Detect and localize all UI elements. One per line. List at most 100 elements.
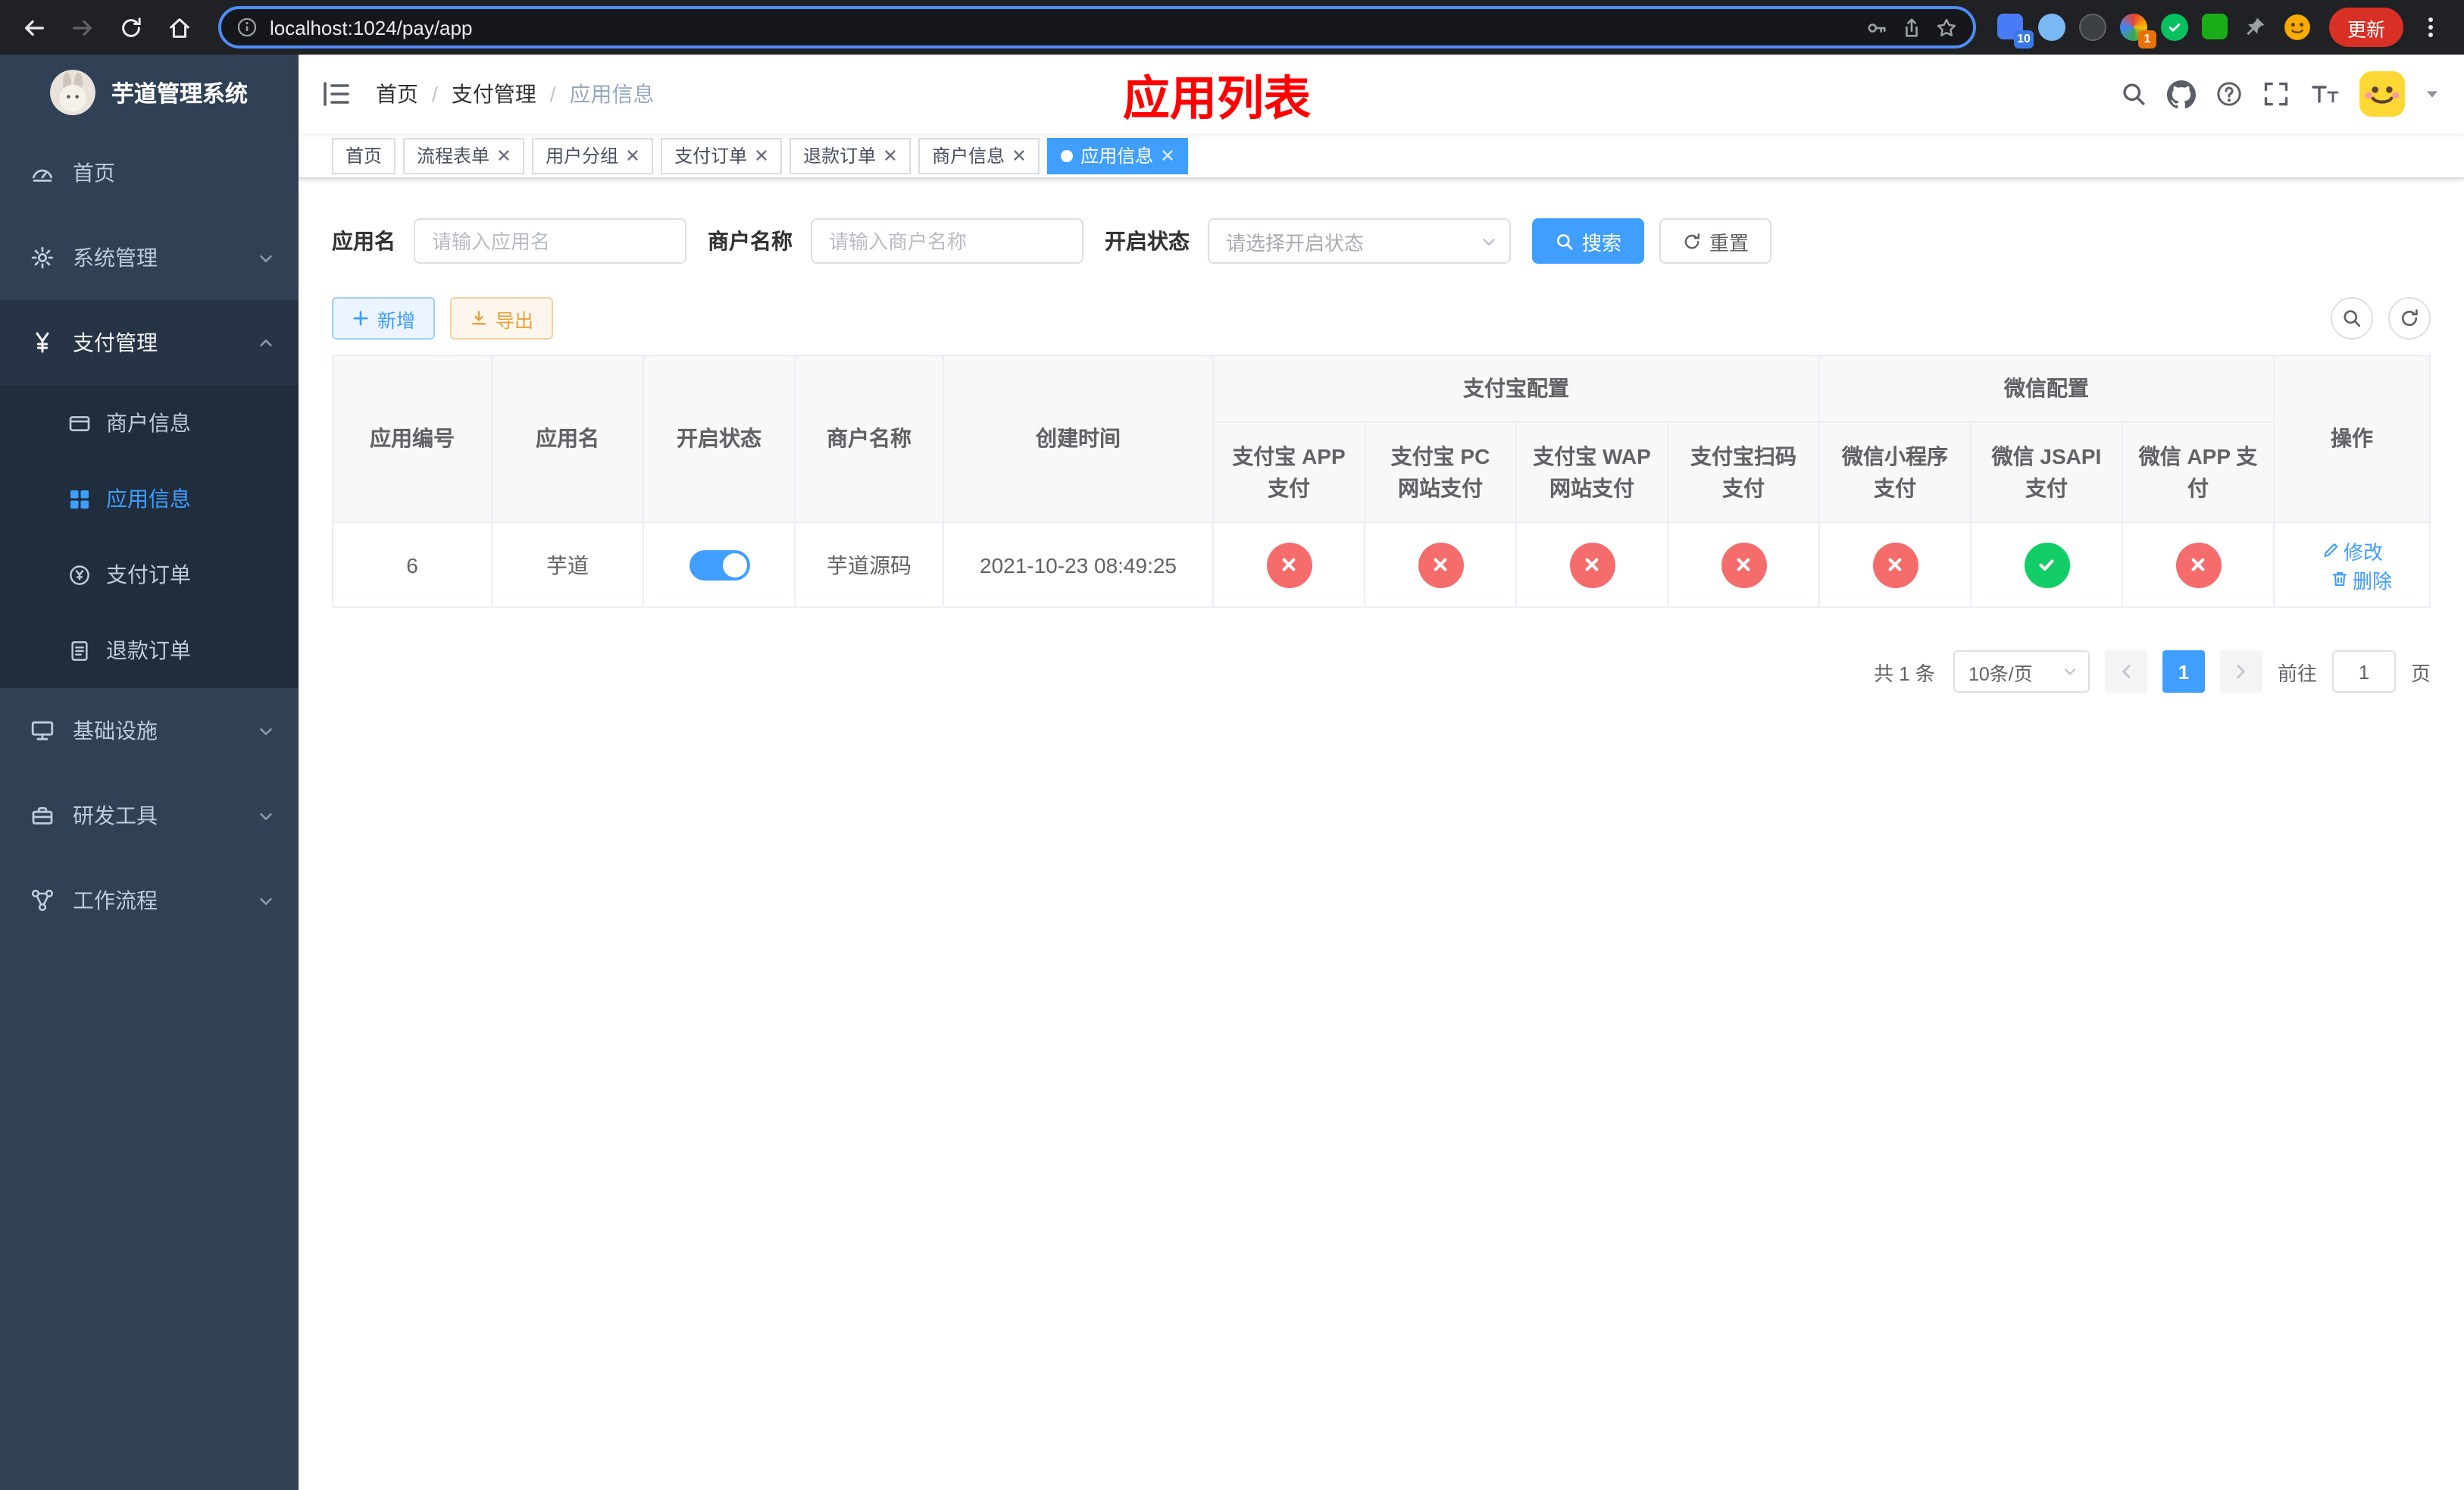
chevron-down-icon <box>258 722 274 739</box>
sidebar-item-workflow[interactable]: 工作流程 <box>0 858 299 943</box>
sidebar-item-infrastructure[interactable]: 基础设施 <box>0 688 299 773</box>
chevron-down-icon <box>2062 664 2078 679</box>
app-name-label: 应用名 <box>332 229 396 253</box>
font-size-icon[interactable] <box>2309 82 2340 106</box>
toggle-search-button[interactable] <box>2331 297 2373 340</box>
status-cross-icon <box>1872 542 1918 587</box>
extension-dark-icon[interactable] <box>2078 14 2106 41</box>
col-header-app-name: 应用名 <box>491 355 644 523</box>
prev-page-button[interactable] <box>2104 650 2147 693</box>
sidebar-item-label: 工作流程 <box>73 888 158 912</box>
browser-menu-icon[interactable] <box>2409 6 2452 49</box>
page-size-value: 10条/页 <box>1968 663 2033 684</box>
extension-colorful-icon[interactable]: 1 <box>2119 14 2156 49</box>
user-menu-caret-icon[interactable] <box>2425 86 2440 102</box>
browser-forward-button[interactable] <box>61 6 103 49</box>
user-avatar[interactable] <box>2359 71 2405 117</box>
app-title: 芋道管理系统 <box>111 81 248 107</box>
sidebar-item-system[interactable]: 系统管理 <box>0 215 299 300</box>
coin-icon <box>67 562 91 587</box>
sidebar-item-label: 系统管理 <box>73 246 158 270</box>
add-button[interactable]: 新增 <box>332 297 436 340</box>
tag-process-form[interactable]: 流程表单 <box>403 137 525 174</box>
close-icon[interactable] <box>883 149 897 162</box>
merchant-name-input[interactable] <box>811 218 1083 264</box>
tag-home[interactable]: 首页 <box>332 137 396 174</box>
col-header-alipay-wap: 支付宝 WAP 网站支付 <box>1515 421 1668 523</box>
browser-update-button[interactable]: 更新 <box>2328 8 2403 47</box>
goto-label: 前往 <box>2277 662 2317 684</box>
sidebar-item-label: 退款订单 <box>106 638 191 662</box>
app-logo[interactable]: 芋道管理系统 <box>0 55 299 130</box>
current-page-button[interactable]: 1 <box>2162 650 2205 693</box>
tag-user-group[interactable]: 用户分组 <box>532 137 654 174</box>
extension-green-note-icon[interactable] <box>2201 14 2229 41</box>
close-icon[interactable] <box>1161 149 1174 162</box>
close-icon[interactable] <box>497 149 511 162</box>
refresh-button[interactable] <box>2388 297 2431 340</box>
reset-button-label: 重置 <box>1709 231 1750 254</box>
url-bar[interactable]: localhost:1024/pay/app <box>218 6 1976 49</box>
browser-reload-button[interactable] <box>109 6 152 49</box>
export-button[interactable]: 导出 <box>450 297 554 340</box>
enabled-switch[interactable] <box>689 549 749 580</box>
tag-app-info-active[interactable]: 应用信息 <box>1047 137 1189 174</box>
cell-wechat-mini <box>1818 521 1972 608</box>
browser-back-button[interactable] <box>12 6 55 49</box>
page-unit-label: 页 <box>2410 662 2431 684</box>
sidebar-item-payment[interactable]: 支付管理 <box>0 300 299 385</box>
fullscreen-icon[interactable] <box>2262 80 2290 108</box>
navbar: 首页 / 支付管理 / 应用信息 应用列表 <box>299 55 2464 133</box>
delete-button[interactable]: 删除 <box>2330 565 2392 593</box>
sidebar-item-payment-orders[interactable]: 支付订单 <box>0 537 299 612</box>
header-search-icon[interactable] <box>2120 80 2147 108</box>
breadcrumb-payment[interactable]: 支付管理 <box>452 79 536 109</box>
tag-merchant-info[interactable]: 商户信息 <box>918 137 1040 174</box>
extension-green-check-icon[interactable] <box>2160 14 2188 41</box>
close-icon[interactable] <box>626 149 639 162</box>
sidebar-submenu-payment: 商户信息 应用信息 支付订单 退款订单 <box>0 385 299 688</box>
cell-alipay-wap <box>1515 521 1668 608</box>
extension-blue-icon[interactable]: 10 <box>1997 14 2034 49</box>
cell-create-time: 2021-10-23 08:49:25 <box>943 521 1214 608</box>
extension-pin-icon[interactable] <box>2243 14 2270 41</box>
sidebar-item-home[interactable]: 首页 <box>0 130 299 215</box>
extension-emoji-icon[interactable] <box>2284 14 2311 41</box>
github-icon[interactable] <box>2167 80 2196 108</box>
close-icon[interactable] <box>755 149 768 162</box>
browser-home-button[interactable] <box>158 6 200 49</box>
share-icon[interactable] <box>1900 16 1923 39</box>
sidebar-item-refund-orders[interactable]: 退款订单 <box>0 612 299 688</box>
col-header-alipay-pc: 支付宝 PC 网站支付 <box>1364 421 1517 523</box>
tag-payment-orders[interactable]: 支付订单 <box>661 137 783 174</box>
edit-button[interactable]: 修改 <box>2321 536 2383 565</box>
app-name-input[interactable] <box>414 218 686 264</box>
tag-refund-orders[interactable]: 退款订单 <box>790 137 911 174</box>
extension-lightblue-icon[interactable] <box>2037 14 2065 41</box>
sidebar-item-app-info[interactable]: 应用信息 <box>0 461 299 537</box>
col-header-wechat-app: 微信 APP 支付 <box>2121 421 2275 523</box>
next-page-button[interactable] <box>2219 650 2262 693</box>
cell-status <box>643 521 796 608</box>
password-key-icon[interactable] <box>1865 16 1888 39</box>
sidebar-item-merchant-info[interactable]: 商户信息 <box>0 385 299 461</box>
main-area: 首页 / 支付管理 / 应用信息 应用列表 首页 流程表单 用户分组 支付订单 … <box>299 55 2464 1490</box>
site-info-icon[interactable] <box>236 17 258 38</box>
chevron-down-icon <box>258 807 274 824</box>
status-select[interactable]: 请选择开启状态 <box>1208 218 1511 264</box>
reset-button[interactable]: 重置 <box>1659 218 1772 264</box>
goto-page-input[interactable] <box>2331 650 2396 693</box>
tags-view-bar: 首页 流程表单 用户分组 支付订单 退款订单 商户信息 应用信息 <box>299 133 2464 179</box>
bookmark-star-icon[interactable] <box>1935 16 1958 39</box>
browser-window: localhost:1024/pay/app 10 1 更新 芋道管理系统 首页… <box>0 0 2464 1490</box>
close-icon[interactable] <box>1012 149 1026 162</box>
sidebar-fold-icon[interactable] <box>321 80 352 108</box>
help-icon[interactable] <box>2215 80 2243 108</box>
status-select-placeholder: 请选择开启状态 <box>1226 231 1365 254</box>
sidebar-item-dev-tools[interactable]: 研发工具 <box>0 773 299 858</box>
search-button-label: 搜索 <box>1582 231 1622 254</box>
logo-avatar <box>50 70 96 115</box>
search-button[interactable]: 搜索 <box>1532 218 1645 264</box>
breadcrumb-home[interactable]: 首页 <box>376 79 418 109</box>
page-size-select[interactable]: 10条/页 <box>1953 650 2090 693</box>
